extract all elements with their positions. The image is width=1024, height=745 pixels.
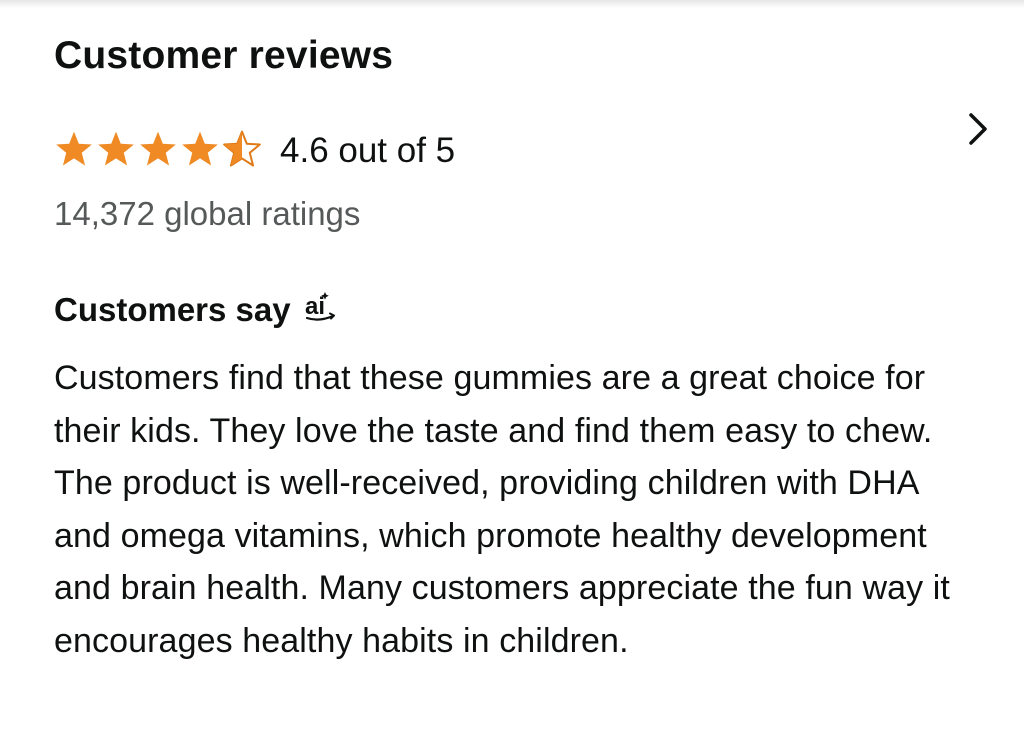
half-star-icon bbox=[222, 130, 262, 168]
chevron-right-icon[interactable] bbox=[958, 104, 998, 154]
rating-text: 4.6 out of 5 bbox=[280, 131, 456, 170]
customer-reviews-section: Customer reviews 4.6 out of 5 14,372 glo… bbox=[54, 30, 994, 701]
star-icon bbox=[54, 130, 94, 168]
customers-say-heading: Customers say bbox=[54, 291, 291, 328]
section-title: Customer reviews bbox=[54, 34, 394, 77]
customers-say-header: Customers say ai bbox=[54, 288, 994, 332]
star-rating bbox=[54, 130, 262, 168]
top-shadow bbox=[0, 0, 1024, 8]
ai-badge-text: ai bbox=[305, 293, 325, 320]
ai-badge-icon: ai bbox=[303, 290, 343, 324]
review-summary-text: Customers find that these gummies are a … bbox=[54, 359, 950, 660]
star-icon bbox=[180, 130, 220, 168]
star-icon bbox=[96, 130, 136, 168]
global-ratings-count[interactable]: 14,372 global ratings bbox=[54, 192, 994, 236]
rating-summary[interactable]: 4.6 out of 5 bbox=[54, 113, 994, 176]
star-icon bbox=[138, 130, 178, 168]
